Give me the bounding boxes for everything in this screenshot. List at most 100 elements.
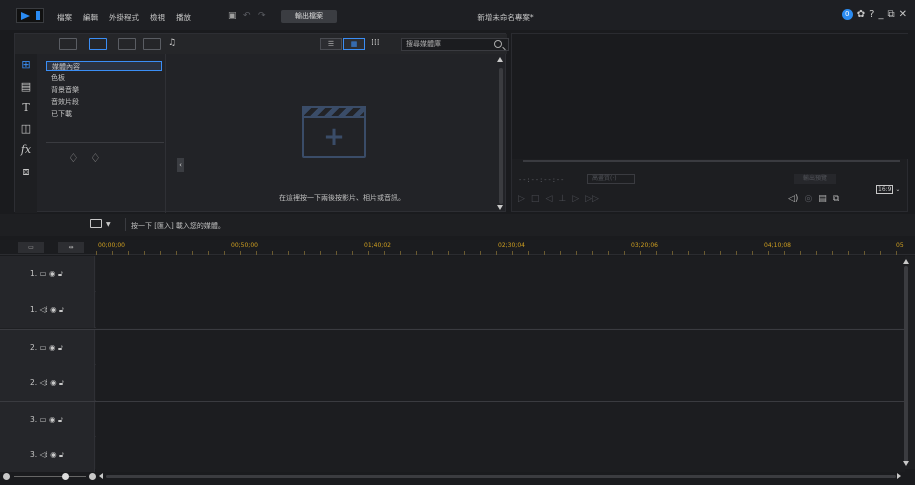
image-filter-icon[interactable]	[118, 38, 136, 50]
library-scroll-thumb[interactable]	[499, 68, 503, 204]
lock-icon[interactable]: 🔓︎	[59, 450, 64, 459]
fit-timeline-button[interactable]: ⇹	[58, 242, 84, 253]
timeline-scroll-thumb[interactable]	[904, 266, 908, 462]
previous-frame-icon[interactable]: ◁	[545, 194, 552, 204]
category-color-board[interactable]: 色板	[46, 73, 166, 83]
lock-icon[interactable]: 🔓︎	[58, 269, 63, 278]
zoom-slider[interactable]	[14, 476, 86, 477]
chevron-down-icon[interactable]: ▼	[106, 221, 111, 228]
library-search-input[interactable]: 搜尋媒體庫	[401, 38, 509, 51]
track-body[interactable]	[96, 256, 905, 292]
track-header: 2. ◁⁞ ◉ 🔓︎	[0, 365, 95, 401]
subtitle-icon[interactable]: ▤	[818, 194, 827, 204]
preview-mode-button[interactable]: 輸出預覽	[794, 174, 836, 184]
category-background-music[interactable]: 背景音樂	[46, 85, 166, 95]
category-sound-clips[interactable]: 音效片段	[46, 97, 166, 107]
timeline-ruler[interactable]: ▭ ⇹ 00;00;00 00;50;00 01;40;02 02;30;04 …	[0, 240, 915, 255]
visibility-eye-icon[interactable]: ◉	[49, 343, 56, 352]
folder-icon[interactable]	[90, 219, 102, 228]
track-label: 1. ◁⁞ ◉ 🔓︎	[30, 305, 64, 315]
snapshot-icon[interactable]: ◎	[804, 194, 812, 204]
sort-options-icon[interactable]: ⁞⁞⁞	[371, 38, 380, 48]
project-title: 新增未命名專案*	[0, 12, 915, 23]
media-room-icon[interactable]: ⊞	[19, 58, 33, 72]
track-number: 3.	[30, 415, 38, 424]
photo-filter-icon[interactable]	[143, 38, 161, 50]
video-filter-icon[interactable]	[89, 38, 107, 50]
pip-room-icon[interactable]: ⧈	[19, 165, 33, 179]
visibility-eye-icon[interactable]: ◉	[50, 305, 57, 314]
preview-panel: --:--:--:-- 高畫質(·) 輸出預覽 ▷ □ ◁ ⊥ ▷ ▷▷ ◁) …	[511, 33, 909, 212]
set-mark-icon[interactable]: ⊥	[558, 194, 566, 204]
zoom-slider-knob[interactable]	[62, 473, 69, 480]
scroll-down-icon[interactable]	[497, 205, 503, 210]
title-room-icon[interactable]: T	[19, 101, 33, 115]
visibility-eye-icon[interactable]: ◉	[49, 415, 56, 424]
timeline-tracks: 1. ▭ ◉ 🔓︎ 1. ◁⁞ ◉ 🔓︎ 2. ▭ ◉ 🔓︎ 2. ◁⁞ ◉ 🔓…	[0, 256, 915, 473]
quality-dropdown[interactable]: 高畫質(·)	[587, 174, 635, 184]
fx-room-icon[interactable]: fx	[19, 143, 33, 157]
fast-forward-icon[interactable]: ▷▷	[585, 194, 599, 204]
visibility-eye-icon[interactable]: ◉	[50, 378, 57, 387]
category-downloaded[interactable]: 已下載	[46, 109, 166, 119]
aspect-ratio-dropdown[interactable]: 16:9 ⌄	[876, 184, 904, 196]
lock-icon[interactable]: 🔓︎	[58, 343, 63, 352]
track-body[interactable]	[96, 437, 905, 473]
ruler-tick-marks	[96, 251, 907, 255]
remove-tag-icon[interactable]: ♢	[90, 151, 101, 165]
visibility-eye-icon[interactable]: ◉	[49, 269, 56, 278]
track-header: 3. ▭ ◉ 🔓︎	[0, 402, 95, 438]
template-room-icon[interactable]: ▤	[19, 80, 33, 94]
settings-gear-icon[interactable]: ✿	[857, 9, 865, 20]
volume-icon[interactable]: ◁)	[788, 194, 798, 204]
track-body[interactable]	[96, 330, 905, 366]
lock-icon[interactable]: 🔓︎	[59, 305, 64, 314]
music-filter-icon[interactable]: ♫	[168, 38, 186, 50]
zoom-out-icon[interactable]	[3, 473, 10, 480]
close-icon[interactable]: ✕	[899, 9, 907, 20]
storyboard-view-button[interactable]: ▭	[18, 242, 44, 253]
ruler-label: 01;40;02	[364, 242, 391, 249]
scroll-down-icon[interactable]	[903, 461, 909, 466]
track-body[interactable]	[96, 365, 905, 401]
next-frame-icon[interactable]: ▷	[572, 194, 579, 204]
scroll-up-icon[interactable]	[497, 57, 503, 62]
preview-seek-bar[interactable]	[523, 160, 900, 162]
category-separator	[46, 142, 164, 143]
scroll-right-icon[interactable]	[897, 473, 901, 479]
visibility-eye-icon[interactable]: ◉	[50, 450, 57, 459]
transition-room-icon[interactable]: ◫	[19, 122, 33, 136]
help-icon[interactable]: ?	[869, 9, 874, 20]
import-media-icon[interactable]	[59, 38, 77, 50]
zoom-in-icon[interactable]	[89, 473, 96, 480]
timecode-display[interactable]: --:--:--:--	[518, 176, 564, 184]
horizontal-scrollbar[interactable]	[106, 475, 896, 478]
media-drop-area[interactable]: + 在這裡按一下兩後按影片、相片或音訊。	[182, 54, 502, 213]
add-tag-icon[interactable]: ♢	[68, 151, 79, 165]
preview-screen	[512, 34, 909, 159]
search-icon[interactable]	[494, 40, 502, 48]
timeline-vertical-scrollbar[interactable]	[903, 256, 909, 469]
library-scrollbar[interactable]	[497, 54, 505, 213]
lock-icon[interactable]: 🔓︎	[59, 378, 64, 387]
notification-badge[interactable]: 0	[841, 9, 853, 20]
ruler-label: 00;00;00	[98, 242, 125, 249]
track-body[interactable]	[96, 402, 905, 438]
category-media-content[interactable]: 媒體內容	[46, 61, 162, 71]
track-number: 3.	[30, 450, 38, 459]
scroll-left-icon[interactable]	[99, 473, 103, 479]
scroll-up-icon[interactable]	[903, 259, 909, 264]
restore-icon[interactable]: ⧉	[887, 9, 894, 20]
ruler-ticks[interactable]: 00;00;00 00;50;00 01;40;02 02;30;04 03;2…	[96, 240, 907, 255]
undock-icon[interactable]: ⧉	[833, 194, 839, 204]
video-track-icon: ▭	[39, 343, 47, 352]
clapperboard-icon: +	[302, 106, 366, 158]
list-view-button[interactable]: ☰	[320, 38, 342, 50]
minimize-icon[interactable]: _	[878, 9, 883, 20]
play-icon[interactable]: ▷	[518, 194, 525, 204]
lock-icon[interactable]: 🔓︎	[58, 415, 63, 424]
grid-view-button[interactable]: ▦	[343, 38, 365, 50]
stop-icon[interactable]: □	[531, 194, 540, 204]
track-body[interactable]	[96, 292, 905, 328]
ruler-label: 04;10;08	[764, 242, 791, 249]
